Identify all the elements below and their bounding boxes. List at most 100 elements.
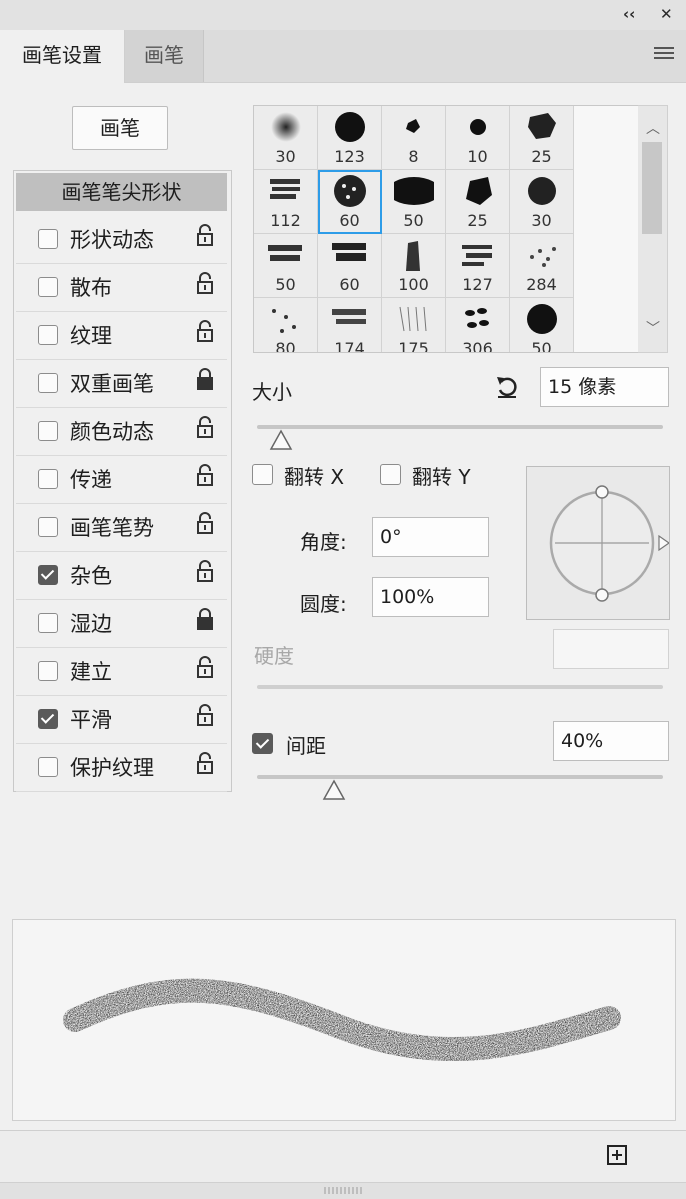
option-checkbox[interactable]	[38, 757, 58, 777]
close-icon[interactable]: ✕	[660, 5, 673, 23]
option-checkbox[interactable]	[38, 469, 58, 489]
unlock-icon[interactable]	[196, 704, 214, 726]
brush-tip-cell[interactable]: 80	[254, 298, 318, 352]
brushes-button[interactable]: 画笔	[72, 106, 168, 150]
lock-icon[interactable]	[196, 608, 214, 630]
flip-y-checkbox[interactable]	[380, 464, 401, 485]
grip-icon[interactable]	[323, 1186, 363, 1195]
option-row[interactable]: 纹理	[16, 312, 227, 360]
brush-tip-thumbnail	[530, 247, 556, 267]
option-row[interactable]: 传递	[16, 456, 227, 504]
brush-tip-size: 306	[462, 339, 493, 353]
brush-tip-cell[interactable]: 284	[510, 234, 574, 298]
double-chevron-left-icon[interactable]: ‹‹	[623, 5, 635, 23]
add-square-icon[interactable]	[606, 1144, 628, 1166]
chevron-down-icon[interactable]: ﹀	[646, 318, 660, 338]
angle-roundness-dial[interactable]	[527, 467, 671, 619]
option-checkbox[interactable]	[38, 661, 58, 681]
brush-tip-shape-header[interactable]: 画笔笔尖形状	[16, 173, 227, 211]
spacing-checkbox[interactable]	[252, 733, 273, 754]
option-checkbox[interactable]	[38, 277, 58, 297]
unlock-icon[interactable]	[196, 464, 214, 486]
brush-tip-cell[interactable]: 60	[318, 234, 382, 298]
brush-tip-cell[interactable]: 100	[382, 234, 446, 298]
brush-tip-cell[interactable]: 30	[254, 106, 318, 170]
size-slider-track[interactable]	[257, 425, 663, 429]
unlock-icon[interactable]	[196, 224, 214, 246]
option-checkbox[interactable]	[38, 517, 58, 537]
brush-tip-size: 30	[275, 147, 296, 166]
brush-tip-grid: 30 123 8 10 25 112 60 50 25 30 50 60 100 127 284 80 174 1…	[253, 105, 639, 353]
brush-tip-size: 50	[531, 339, 552, 353]
brush-tip-cell[interactable]: 30	[510, 170, 574, 234]
angle-input[interactable]: 0°	[372, 517, 489, 557]
unlock-icon[interactable]	[196, 320, 214, 342]
option-checkbox[interactable]	[38, 421, 58, 441]
option-checkbox[interactable]	[38, 613, 58, 633]
unlock-icon[interactable]	[196, 272, 214, 294]
option-row[interactable]: 平滑	[16, 696, 227, 744]
brush-tip-cell[interactable]: 50	[382, 170, 446, 234]
spacing-slider-thumb[interactable]	[322, 779, 346, 801]
tab-brushes[interactable]: 画笔	[125, 30, 204, 82]
size-slider-thumb[interactable]	[269, 429, 293, 451]
hardness-slider-track[interactable]	[257, 685, 663, 689]
unlock-icon[interactable]	[196, 416, 214, 438]
brush-tip-cell[interactable]: 10	[446, 106, 510, 170]
option-row[interactable]: 建立	[16, 648, 227, 696]
brush-tip-cell[interactable]: 123	[318, 106, 382, 170]
option-checkbox[interactable]	[38, 709, 58, 729]
brush-tip-thumbnail	[335, 112, 365, 142]
spacing-slider-track[interactable]	[257, 775, 663, 779]
option-row[interactable]: 湿边	[16, 600, 227, 648]
unlock-icon[interactable]	[196, 560, 214, 582]
brush-tip-cell[interactable]: 60	[318, 170, 382, 234]
option-checkbox[interactable]	[38, 325, 58, 345]
option-row[interactable]: 杂色	[16, 552, 227, 600]
brush-tip-size: 8	[408, 147, 419, 166]
unlock-icon[interactable]	[196, 656, 214, 678]
lock-icon[interactable]	[196, 368, 214, 390]
option-label: 杂色	[70, 564, 112, 588]
brush-tip-size: 284	[526, 275, 557, 294]
brush-tip-cell[interactable]: 306	[446, 298, 510, 353]
reset-arrow-icon[interactable]	[494, 374, 520, 400]
brush-tip-cell[interactable]: 112	[254, 170, 318, 234]
option-label: 形状动态	[70, 228, 154, 252]
option-row[interactable]: 颜色动态	[16, 408, 227, 456]
tab-brush-settings[interactable]: 画笔设置	[0, 30, 125, 83]
resize-grip[interactable]	[0, 1182, 686, 1199]
option-checkbox[interactable]	[38, 373, 58, 393]
option-row[interactable]: 散布	[16, 264, 227, 312]
brush-tip-cell[interactable]: 127	[446, 234, 510, 298]
hardness-input[interactable]	[553, 629, 669, 669]
brush-tip-cell[interactable]: 175	[382, 298, 446, 352]
brush-tip-cell[interactable]: 25	[446, 170, 510, 234]
brush-tip-cell[interactable]: 25	[510, 106, 574, 170]
roundness-input[interactable]: 100%	[372, 577, 489, 617]
option-row[interactable]: 形状动态	[16, 216, 227, 264]
option-row[interactable]: 保护纹理	[16, 744, 227, 792]
brush-tip-cell[interactable]: 50	[254, 234, 318, 298]
brush-tip-thumbnail	[527, 304, 557, 334]
brush-tip-size: 10	[467, 147, 488, 166]
spacing-input[interactable]: 40%	[553, 721, 669, 761]
option-checkbox[interactable]	[38, 565, 58, 585]
scrollbar-thumb[interactable]	[642, 142, 662, 234]
size-input[interactable]: 15 像素	[540, 367, 669, 407]
flip-x-checkbox[interactable]	[252, 464, 273, 485]
option-row[interactable]: 画笔笔势	[16, 504, 227, 552]
brush-tip-cell[interactable]: 8	[382, 106, 446, 170]
brush-tip-thumbnail	[334, 175, 366, 207]
angle-roundness-widget[interactable]	[526, 466, 671, 620]
brush-tip-thumbnail	[332, 309, 366, 324]
unlock-icon[interactable]	[196, 752, 214, 774]
option-checkbox[interactable]	[38, 229, 58, 249]
brush-tip-cell[interactable]: 50	[510, 298, 574, 353]
unlock-icon[interactable]	[196, 512, 214, 534]
option-row[interactable]: 双重画笔	[16, 360, 227, 408]
brush-tip-cell[interactable]: 174	[318, 298, 382, 352]
chevron-up-icon[interactable]: ︿	[646, 118, 660, 138]
option-label: 画笔笔势	[70, 516, 154, 540]
hamburger-menu-icon[interactable]	[654, 47, 674, 62]
